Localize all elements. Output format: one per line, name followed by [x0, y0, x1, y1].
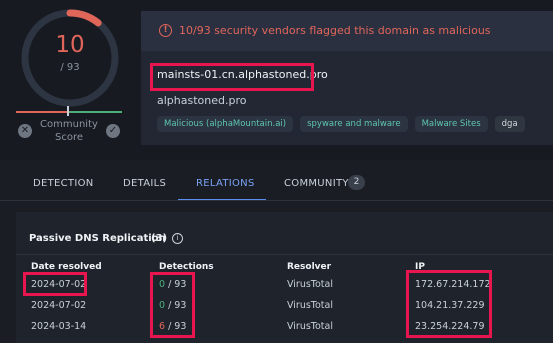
- community-score-marker: [67, 106, 69, 116]
- tab-details[interactable]: DETAILS: [123, 178, 166, 189]
- tag-category[interactable]: spyware and malware: [300, 116, 408, 132]
- row-date: 2024-07-02: [31, 279, 87, 290]
- row-ip-link[interactable]: 104.21.37.229: [415, 300, 485, 311]
- row-detections: 6 / 93: [159, 321, 186, 332]
- detections-count: 6: [159, 321, 166, 332]
- detection-score-gauge: [21, 9, 119, 107]
- vote-harmless-button[interactable]: ✓: [106, 124, 120, 138]
- community-label-line1: Community: [40, 119, 98, 130]
- alert-text: 10/93 security vendors flagged this doma…: [179, 24, 491, 37]
- tab-community[interactable]: COMMUNITY: [284, 178, 349, 189]
- detection-total: / 93: [60, 62, 80, 73]
- tab-relations[interactable]: RELATIONS: [196, 178, 255, 189]
- tag-category[interactable]: Malicious (alphaMountain.ai): [157, 116, 294, 132]
- row-detections: 0 / 93: [159, 279, 186, 290]
- community-score-bar: [16, 111, 122, 113]
- gauge-malicious-arc: [66, 9, 102, 27]
- column-header-resolver[interactable]: Resolver: [287, 262, 331, 272]
- info-icon[interactable]: i: [172, 233, 183, 244]
- detections-total: / 93: [168, 321, 187, 332]
- passive-dns-divider: [16, 254, 553, 255]
- community-label-line2: Score: [54, 132, 83, 143]
- community-count-badge: 2: [348, 175, 365, 190]
- tag-category[interactable]: Malware Sites: [414, 116, 488, 132]
- row-resolver: VirusTotal: [287, 279, 333, 290]
- row-detections: 0 / 93: [159, 300, 186, 311]
- row-date: 2024-07-02: [31, 300, 87, 311]
- row-date: 2024-03-14: [31, 321, 87, 332]
- exclamation-circle-icon: !: [159, 24, 172, 37]
- row-ip-link[interactable]: 23.254.224.79: [415, 321, 485, 332]
- detection-count: 10: [55, 32, 85, 58]
- passive-dns-count: (3): [151, 233, 168, 244]
- check-icon: ✓: [108, 125, 118, 136]
- tag-list: Malicious (alphaMountain.ai) spyware and…: [157, 116, 525, 132]
- row-resolver: VirusTotal: [287, 321, 333, 332]
- close-icon: ✕: [20, 125, 30, 136]
- gauge-track: [21, 9, 119, 107]
- detections-count: 0: [159, 279, 166, 290]
- column-header-date[interactable]: Date resolved: [31, 262, 102, 272]
- parent-domain-link[interactable]: alphastoned.pro: [157, 94, 246, 107]
- detections-total: / 93: [168, 279, 187, 290]
- column-header-ip[interactable]: IP: [415, 262, 425, 272]
- passive-dns-title: Passive DNS Replication: [29, 233, 166, 244]
- vote-malicious-button[interactable]: ✕: [18, 124, 32, 138]
- tag-dga[interactable]: dga: [494, 116, 525, 132]
- column-header-detections[interactable]: Detections: [159, 262, 214, 272]
- detections-count: 0: [159, 300, 166, 311]
- row-ip-link[interactable]: 172.67.214.172: [415, 279, 491, 290]
- row-resolver: VirusTotal: [287, 300, 333, 311]
- domain-name[interactable]: mainsts-01.cn.alphastoned.pro: [157, 68, 328, 81]
- detections-total: / 93: [168, 300, 187, 311]
- tabs-divider: [0, 200, 553, 201]
- community-score-label: Community Score: [34, 118, 104, 144]
- tab-detection[interactable]: DETECTION: [33, 178, 94, 189]
